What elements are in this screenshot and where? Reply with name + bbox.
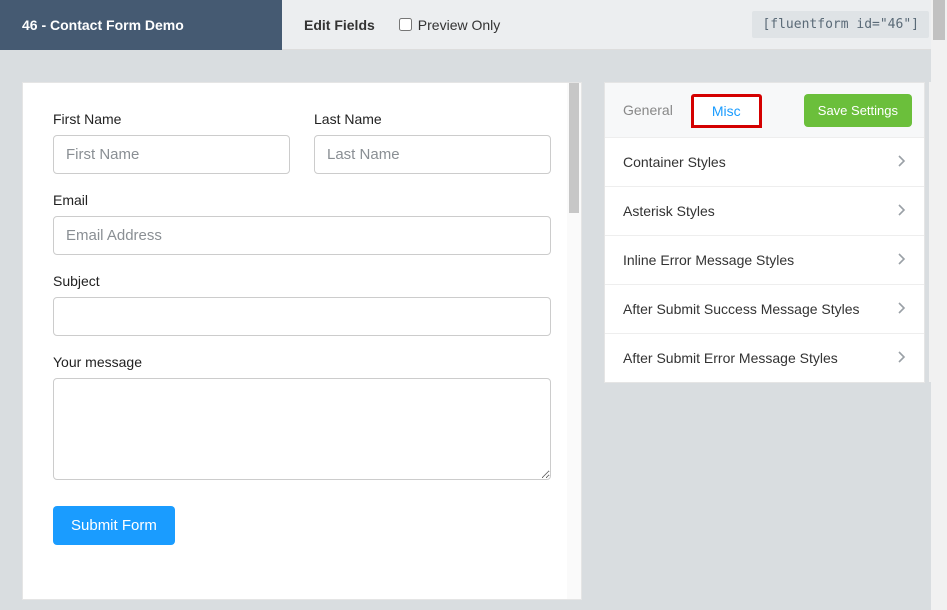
- email-input[interactable]: [53, 216, 551, 255]
- message-field: Your message: [53, 354, 551, 480]
- form-title-text: 46 - Contact Form Demo: [22, 17, 184, 33]
- form-panel-scrollbar-thumb[interactable]: [569, 83, 579, 213]
- email-field: Email: [53, 192, 551, 255]
- accordion-label: Asterisk Styles: [623, 203, 715, 219]
- settings-panel: General Misc Save Settings Container Sty…: [604, 82, 925, 600]
- accordion-asterisk-styles[interactable]: Asterisk Styles: [605, 187, 924, 236]
- chevron-right-icon: [898, 350, 906, 366]
- subject-input[interactable]: [53, 297, 551, 336]
- chevron-right-icon: [898, 154, 906, 170]
- last-name-field: Last Name: [314, 111, 551, 174]
- subject-field: Subject: [53, 273, 551, 336]
- first-name-label: First Name: [53, 111, 290, 127]
- submit-button[interactable]: Submit Form: [53, 506, 175, 545]
- accordion-label: Container Styles: [623, 154, 726, 170]
- accordion-inline-error-styles[interactable]: Inline Error Message Styles: [605, 236, 924, 285]
- last-name-input[interactable]: [314, 135, 551, 174]
- accordion-label: After Submit Success Message Styles: [623, 301, 860, 317]
- preview-only-toggle[interactable]: Preview Only: [399, 17, 500, 33]
- message-label: Your message: [53, 354, 551, 370]
- topbar: 46 - Contact Form Demo Edit Fields Previ…: [0, 0, 947, 50]
- chevron-right-icon: [898, 203, 906, 219]
- form-preview-panel: First Name Last Name Email: [22, 82, 582, 600]
- form-title: 46 - Contact Form Demo: [0, 0, 282, 50]
- tab-misc[interactable]: Misc: [691, 94, 762, 128]
- preview-only-checkbox[interactable]: [399, 18, 412, 31]
- save-settings-button[interactable]: Save Settings: [804, 94, 912, 127]
- chevron-right-icon: [898, 252, 906, 268]
- accordion-success-message-styles[interactable]: After Submit Success Message Styles: [605, 285, 924, 334]
- shortcode-display[interactable]: [fluentform id="46"]: [752, 11, 929, 38]
- tab-general[interactable]: General: [605, 93, 691, 127]
- settings-header: General Misc Save Settings: [605, 83, 924, 138]
- accordion-label: After Submit Error Message Styles: [623, 350, 838, 366]
- accordion-container-styles[interactable]: Container Styles: [605, 138, 924, 187]
- page-scrollbar-thumb[interactable]: [933, 0, 945, 40]
- first-name-field: First Name: [53, 111, 290, 174]
- subject-label: Subject: [53, 273, 551, 289]
- email-label: Email: [53, 192, 551, 208]
- last-name-label: Last Name: [314, 111, 551, 127]
- message-input[interactable]: [53, 378, 551, 480]
- page-scrollbar[interactable]: [931, 0, 947, 610]
- chevron-right-icon: [898, 301, 906, 317]
- accordion-label: Inline Error Message Styles: [623, 252, 794, 268]
- first-name-input[interactable]: [53, 135, 290, 174]
- edit-fields-link[interactable]: Edit Fields: [304, 17, 375, 33]
- form-panel-scrollbar[interactable]: [567, 83, 581, 599]
- accordion-error-message-styles[interactable]: After Submit Error Message Styles: [605, 334, 924, 382]
- preview-only-label: Preview Only: [418, 17, 500, 33]
